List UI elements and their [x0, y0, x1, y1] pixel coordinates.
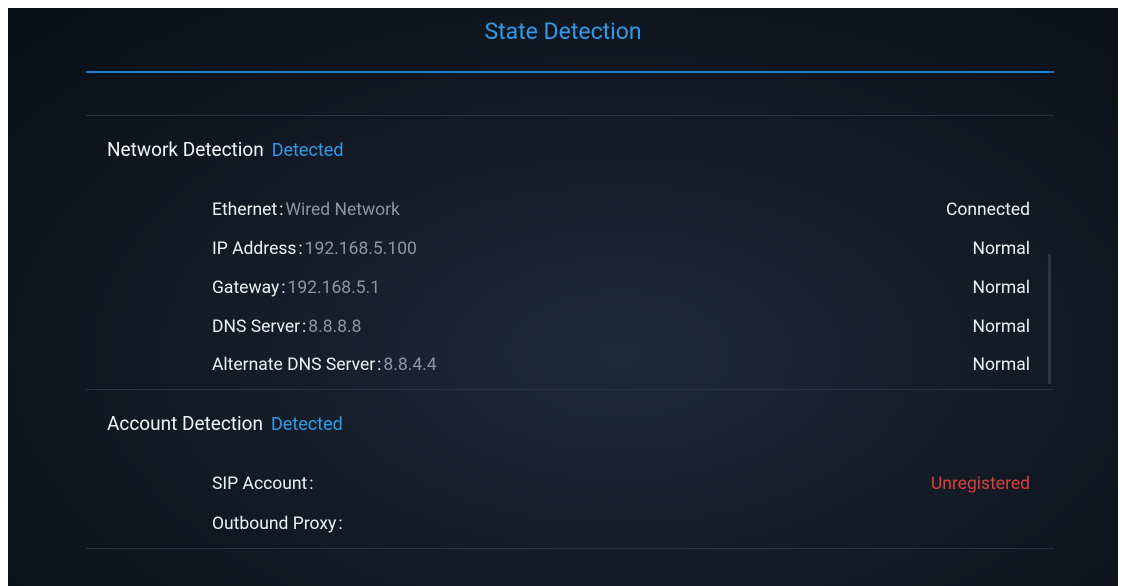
row-label: Ethernet: [212, 200, 278, 220]
account-detection-header: Account Detection Detected: [107, 412, 343, 435]
account-row-outbound-proxy: Outbound Proxy:: [212, 514, 343, 534]
network-detection-status: Detected: [271, 140, 344, 161]
row-value: 192.168.5.1: [287, 278, 381, 298]
row-label: SIP Account: [212, 474, 308, 494]
page-title: State Detection: [484, 18, 642, 45]
row-label: IP Address: [212, 239, 297, 259]
divider: [86, 115, 1054, 116]
account-detection-status: Detected: [270, 414, 343, 435]
divider: [86, 389, 1054, 390]
row-label: Gateway: [212, 278, 280, 298]
network-row-gateway: Gateway:192.168.5.1 Normal: [212, 275, 1030, 301]
row-value: 192.168.5.100: [304, 239, 417, 259]
row-label: DNS Server: [212, 317, 301, 337]
row-value: Wired Network: [285, 200, 400, 220]
row-label: Outbound Proxy: [212, 514, 337, 534]
network-row-alternate-dns-server: Alternate DNS Server:8.8.4.4 Normal: [212, 352, 1030, 378]
network-detection-title: Network Detection: [107, 138, 264, 161]
row-status: Normal: [972, 317, 1030, 337]
row-label: Alternate DNS Server: [212, 355, 376, 375]
row-status: Normal: [972, 278, 1030, 298]
network-row-dns-server: DNS Server:8.8.8.8 Normal: [212, 314, 1030, 340]
row-status: Normal: [972, 355, 1030, 375]
network-row-ip-address: IP Address:192.168.5.100 Normal: [212, 236, 1030, 262]
network-row-ethernet: Ethernet: Wired Network Connected: [212, 197, 1030, 223]
network-detection-header: Network Detection Detected: [107, 138, 344, 161]
state-detection-screen: State Detection Network Detection Detecte…: [8, 8, 1118, 586]
row-status: Normal: [972, 239, 1030, 259]
row-value: 8.8.4.4: [383, 355, 437, 375]
account-detection-title: Account Detection: [107, 412, 263, 435]
title-underline: [86, 71, 1054, 73]
row-status: Unregistered: [930, 474, 1030, 494]
scrollbar[interactable]: [1048, 254, 1051, 384]
account-row-sip-account: SIP Account: Unregistered: [212, 471, 1030, 497]
row-value: 8.8.8.8: [308, 317, 362, 337]
divider: [86, 548, 1054, 549]
row-status: Connected: [945, 200, 1030, 220]
